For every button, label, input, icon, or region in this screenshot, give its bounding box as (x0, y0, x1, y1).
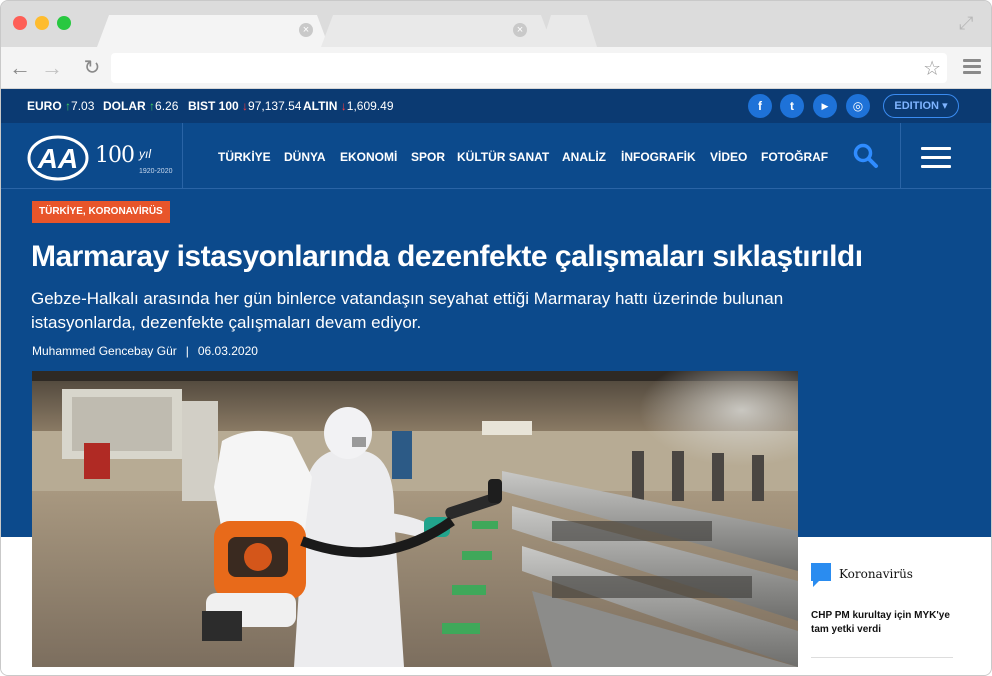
author-name[interactable]: Muhammed Gencebay Gür (32, 344, 177, 358)
tab-close-icon[interactable]: × (299, 23, 313, 37)
topic-news-link[interactable]: CHP PM kurultay için MYK'ye tam yetki ve… (811, 609, 953, 637)
tab-close-icon[interactable]: × (513, 23, 527, 37)
ticker-label: ALTIN (303, 99, 338, 113)
divider (811, 657, 953, 658)
ticker-label: EURO (27, 99, 62, 113)
ticker-bist100[interactable]: BIST 100 ↓97,137.54 (188, 99, 301, 113)
maximize-window-button[interactable] (57, 16, 71, 30)
back-arrow-icon[interactable]: ← (7, 55, 33, 81)
forward-arrow-icon[interactable]: → (39, 55, 65, 81)
edition-dropdown[interactable]: EDITION ▾ (883, 94, 959, 118)
ticker-value: 6.26 (155, 99, 179, 113)
ticker-altin[interactable]: ALTIN ↓1,609.49 (303, 99, 394, 113)
article-headline: Marmaray istasyonlarında dezenfekte çalı… (31, 240, 863, 273)
browser-menu-icon[interactable] (963, 59, 981, 75)
ticker-value: 1,609.49 (346, 99, 394, 113)
browser-toolbar: ← → ↻ ☆ (1, 47, 991, 89)
close-window-button[interactable] (13, 16, 27, 30)
ticker-value: 7.03 (71, 99, 95, 113)
article-byline: Muhammed Gencebay Gür | 06.03.2020 (32, 344, 258, 358)
tab-inactive[interactable]: × (321, 15, 553, 47)
anniversary-number: 100 (95, 143, 135, 168)
tab-active[interactable]: × (97, 15, 329, 47)
ticker-euro[interactable]: EURO ↑7.03 (27, 99, 94, 113)
station-disinfection-photo (32, 371, 798, 667)
anniversary-years: 1920-2020 (139, 168, 173, 175)
ticker-dolar[interactable]: DOLAR ↑6.26 (103, 99, 178, 113)
category-tag[interactable]: TÜRKİYE, KORONAVİRÜS (32, 201, 170, 223)
reload-icon[interactable]: ↻ (79, 55, 105, 81)
twitter-icon[interactable]: t (780, 94, 804, 118)
aa-logo[interactable]: AA (27, 135, 89, 181)
browser-window: × × ⤢ ← → ↻ ☆ EURO ↑7.03 DOLAR ↑6.26 BIS… (0, 0, 992, 676)
main-navigation: AA 100 yıl 1920-2020 TÜRKİYE DÜNYA EKONO… (1, 123, 991, 189)
edition-label: EDITION (894, 100, 940, 112)
youtube-icon[interactable]: ▶ (813, 94, 837, 118)
ticker-label: DOLAR (103, 99, 146, 113)
nav-infografik[interactable]: İNFOGRAFİK (621, 150, 696, 164)
anniversary-mark: 100 yıl 1920-2020 (95, 143, 181, 179)
speech-bubble-icon (811, 563, 831, 587)
hamburger-menu-icon[interactable] (921, 147, 951, 168)
nav-analiz[interactable]: ANALİZ (562, 150, 606, 164)
byline-separator: | (185, 344, 189, 358)
market-ticker-bar: EURO ↑7.03 DOLAR ↑6.26 BIST 100 ↓97,137.… (1, 89, 991, 123)
nav-ekonomi[interactable]: EKONOMİ (340, 150, 397, 164)
article-hero-image[interactable] (32, 371, 798, 667)
address-bar[interactable]: ☆ (111, 53, 947, 83)
caret-down-icon: ▾ (942, 100, 948, 112)
nav-video[interactable]: VİDEO (710, 150, 747, 164)
nav-fotograf[interactable]: FOTOĞRAF (761, 150, 828, 164)
nav-kultur-sanat[interactable]: KÜLTÜR SANAT (457, 150, 549, 164)
logo-text: AA (37, 143, 78, 174)
anniversary-word: yıl (139, 147, 151, 161)
search-icon[interactable] (853, 143, 879, 169)
divider (182, 123, 183, 189)
minimize-window-button[interactable] (35, 16, 49, 30)
article-summary: Gebze-Halkalı arasında her gün binlerce … (31, 289, 784, 332)
fullscreen-icon[interactable]: ⤢ (959, 13, 979, 33)
new-tab-button[interactable] (541, 15, 597, 47)
instagram-icon[interactable]: ◎ (846, 94, 870, 118)
topic-title[interactable]: Koronavirüs (839, 567, 913, 581)
nav-turkiye[interactable]: TÜRKİYE (218, 150, 271, 164)
facebook-icon[interactable]: f (748, 94, 772, 118)
divider (900, 123, 901, 189)
nav-dunya[interactable]: DÜNYA (284, 150, 326, 164)
ticker-value: 97,137.54 (248, 99, 302, 113)
tab-strip: × × ⤢ (1, 1, 991, 47)
ticker-label: BIST 100 (188, 99, 239, 113)
bookmark-star-icon[interactable]: ☆ (923, 56, 941, 81)
web-page: EURO ↑7.03 DOLAR ↑6.26 BIST 100 ↓97,137.… (1, 89, 991, 675)
nav-spor[interactable]: SPOR (411, 150, 445, 164)
publish-date: 06.03.2020 (197, 344, 258, 358)
